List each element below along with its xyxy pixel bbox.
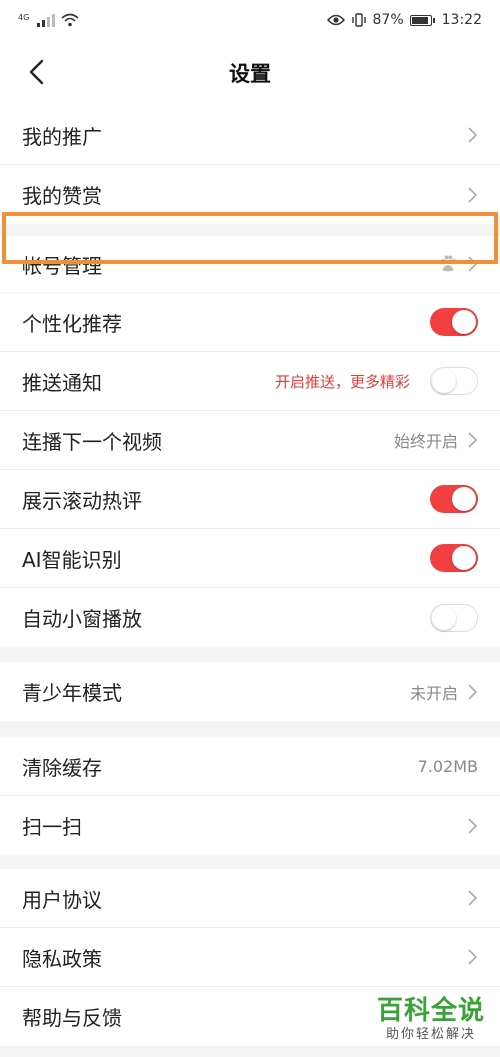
scrolling-hot-comments-toggle[interactable] bbox=[430, 485, 478, 513]
row-label: 清除缓存 bbox=[22, 755, 102, 780]
vibrate-icon bbox=[351, 13, 366, 27]
row-label: 展示滚动热评 bbox=[22, 488, 142, 513]
chevron-right-icon bbox=[466, 254, 478, 274]
push-hint: 开启推送，更多精彩 bbox=[274, 372, 410, 391]
row-label: 我的赞赏 bbox=[22, 184, 102, 208]
status-left: 4G bbox=[18, 13, 79, 27]
row-label: 用户协议 bbox=[22, 887, 102, 912]
signal-icon bbox=[37, 13, 56, 27]
row-ai-recognition[interactable]: AI智能识别 bbox=[0, 529, 500, 588]
row-teen-mode[interactable]: 青少年模式 未开启 bbox=[0, 662, 500, 721]
toggle-knob bbox=[452, 487, 476, 511]
back-button[interactable] bbox=[18, 54, 54, 90]
wifi-icon bbox=[61, 13, 79, 27]
chevron-right-icon bbox=[466, 430, 478, 450]
baidu-paw-icon bbox=[441, 255, 456, 272]
row-label: 扫一扫 bbox=[22, 815, 82, 839]
battery-icon bbox=[409, 14, 435, 26]
settings-group-preferences: 个性化推荐 推送通知 开启推送，更多精彩 连播下一个视频 始终开启 展示滚动热评… bbox=[0, 293, 500, 647]
row-clear-cache[interactable]: 清除缓存 7.02MB bbox=[0, 737, 500, 796]
row-privacy-policy[interactable]: 隐私政策 bbox=[0, 928, 500, 987]
row-scan[interactable]: 扫一扫 bbox=[0, 796, 500, 855]
chevron-right-icon bbox=[466, 682, 478, 702]
toggle-knob bbox=[432, 605, 456, 630]
cache-size: 7.02MB bbox=[417, 756, 478, 776]
chevron-right-icon bbox=[466, 947, 478, 967]
status-time: 13:22 bbox=[441, 12, 482, 28]
push-notification-toggle[interactable] bbox=[430, 367, 478, 395]
chevron-right-icon bbox=[466, 185, 478, 205]
status-bar: 4G 87% 13:22 bbox=[0, 0, 500, 40]
row-label: 帐号管理 bbox=[22, 253, 102, 278]
settings-group-teen: 青少年模式 未开启 bbox=[0, 662, 500, 721]
chevron-right-icon bbox=[466, 125, 478, 145]
network-type: 4G bbox=[18, 13, 30, 22]
watermark-title: 百科全说 bbox=[376, 996, 485, 1026]
row-scrolling-hot-comments[interactable]: 展示滚动热评 bbox=[0, 470, 500, 529]
battery-percent: 87% bbox=[372, 12, 404, 28]
nav-bar: 设置 bbox=[0, 40, 500, 106]
row-label: 连播下一个视频 bbox=[22, 429, 162, 454]
status-right: 87% 13:22 bbox=[326, 12, 482, 28]
row-label: 隐私政策 bbox=[22, 946, 102, 971]
row-account-management[interactable]: 帐号管理 bbox=[0, 236, 500, 292]
personalized-recommendation-toggle[interactable] bbox=[430, 308, 478, 336]
row-value: 始终开启 bbox=[393, 432, 458, 451]
back-arrow-icon bbox=[29, 59, 44, 85]
row-push-notification[interactable]: 推送通知 开启推送，更多精彩 bbox=[0, 352, 500, 411]
row-label: 个性化推荐 bbox=[22, 311, 122, 336]
row-value: 未开启 bbox=[409, 683, 458, 703]
settings-group-account: 帐号管理 bbox=[0, 236, 500, 292]
eye-icon bbox=[326, 14, 345, 26]
settings-group-tools: 清除缓存 7.02MB 扫一扫 bbox=[0, 737, 500, 855]
row-label: 自动小窗播放 bbox=[22, 607, 142, 631]
row-autoplay-next-video[interactable]: 连播下一个视频 始终开启 bbox=[0, 411, 500, 470]
row-my-promotion[interactable]: 我的推广 bbox=[0, 106, 500, 165]
row-label: 青少年模式 bbox=[22, 681, 122, 705]
watermark: 百科全说 助你轻松解决 bbox=[376, 996, 486, 1044]
toggle-knob bbox=[432, 369, 456, 393]
row-label: 推送通知 bbox=[22, 370, 102, 395]
watermark-subtitle: 助你轻松解决 bbox=[385, 1027, 476, 1042]
row-label: AI智能识别 bbox=[22, 547, 122, 572]
chevron-right-icon bbox=[466, 888, 478, 908]
chevron-right-icon bbox=[466, 816, 478, 836]
row-my-appreciation[interactable]: 我的赞赏 bbox=[0, 165, 500, 224]
row-auto-mini-window[interactable]: 自动小窗播放 bbox=[0, 588, 500, 647]
row-user-agreement[interactable]: 用户协议 bbox=[0, 869, 500, 928]
toggle-knob bbox=[452, 546, 476, 570]
row-label: 我的推广 bbox=[22, 124, 102, 149]
ai-recognition-toggle[interactable] bbox=[430, 544, 478, 572]
settings-group-profile: 我的推广 我的赞赏 bbox=[0, 106, 500, 224]
auto-mini-window-toggle[interactable] bbox=[430, 603, 478, 632]
page-title: 设置 bbox=[229, 62, 271, 86]
toggle-knob bbox=[452, 310, 476, 334]
row-personalized-recommendation[interactable]: 个性化推荐 bbox=[0, 293, 500, 352]
